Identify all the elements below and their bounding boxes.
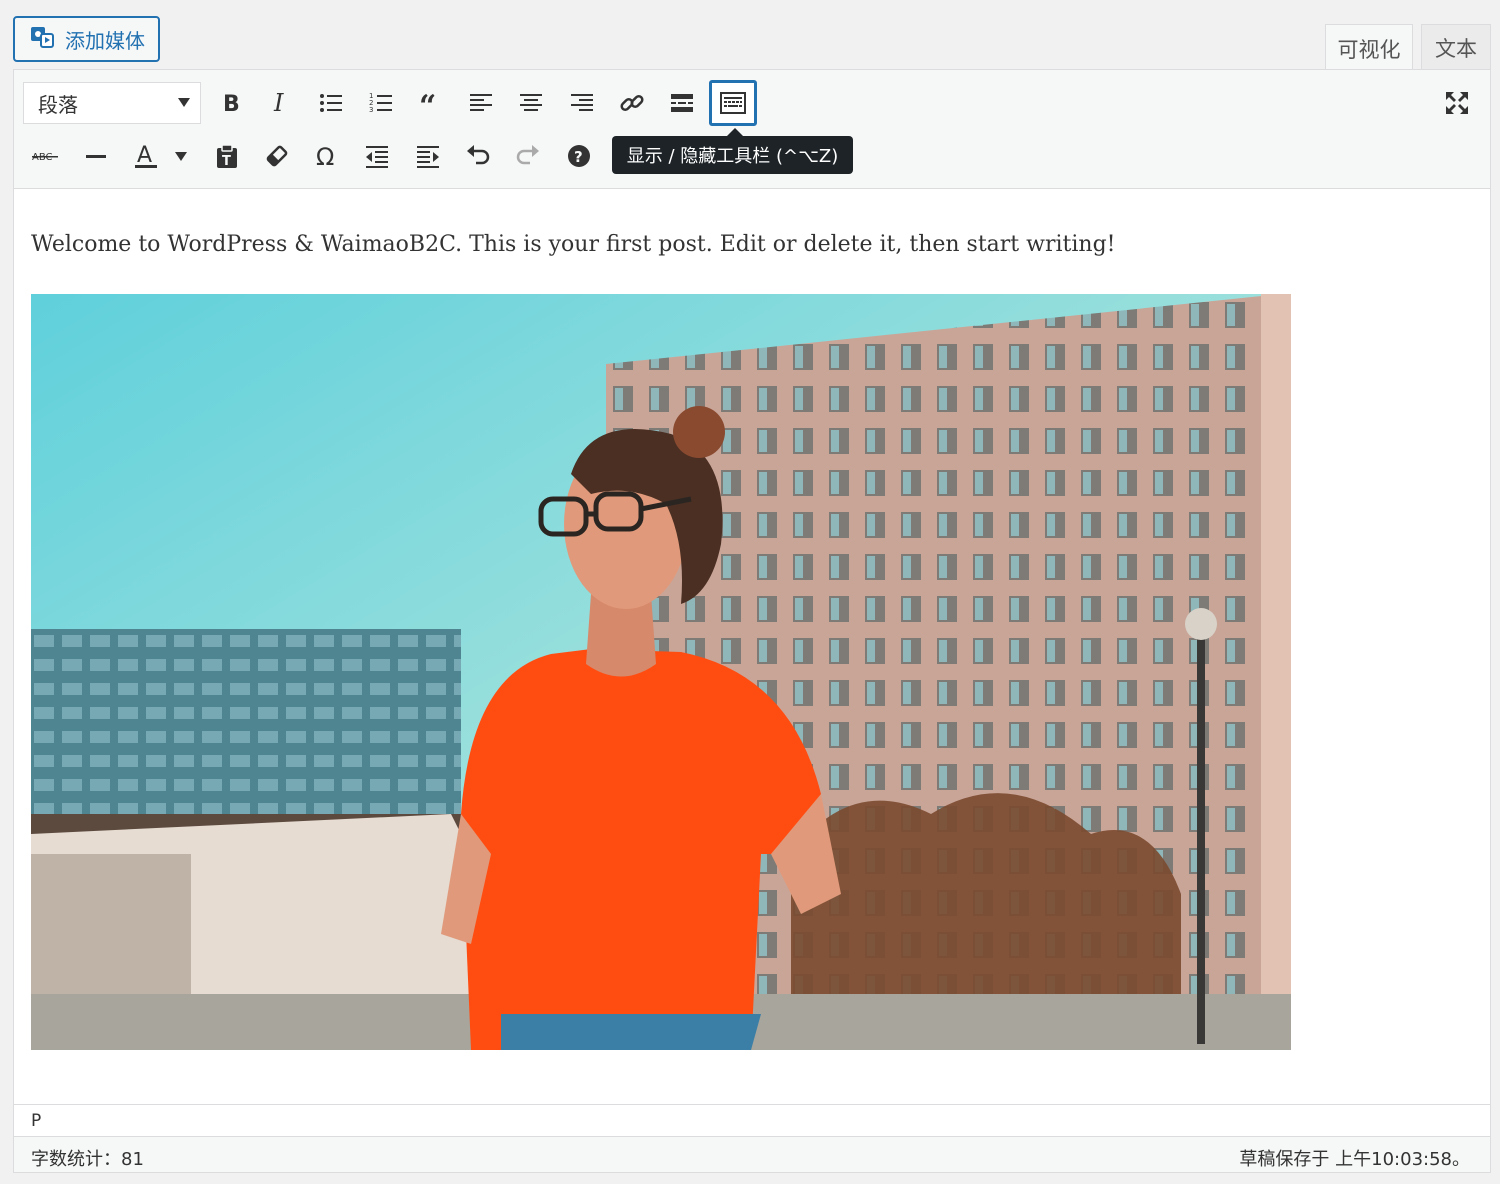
toolbar-toggle-button[interactable] [709,80,757,126]
clear-formatting-button[interactable] [257,136,297,176]
numbered-list-button[interactable]: 123 [361,83,401,123]
help-icon: ? [568,145,590,167]
numbered-list-icon: 123 [369,92,392,114]
special-character-button[interactable]: Ω [307,136,347,176]
align-right-icon [571,94,593,111]
post-paragraph[interactable]: Welcome to WordPress & WaimaoB2C. This i… [31,232,1116,257]
italic-button[interactable]: I [260,83,300,123]
text-color-icon: A [135,143,157,168]
status-bar: 字数统计：81 草稿保存于 上午10:03:58。 [14,1136,1490,1172]
align-left-icon [470,94,492,111]
chevron-down-icon [178,98,190,107]
outdent-icon [366,146,388,168]
strikethrough-icon: ABC [32,152,58,163]
read-more-button[interactable] [662,83,702,123]
align-center-icon [520,94,542,111]
bold-button[interactable]: B [210,83,250,123]
bullet-list-button[interactable] [311,83,351,123]
media-icon [29,24,55,55]
text-color-button[interactable]: A [126,136,166,176]
keyboard-icon [720,92,746,114]
link-icon [620,94,644,112]
svg-text:T: T [222,154,231,169]
align-right-button[interactable] [562,83,602,123]
paste-as-text-button[interactable]: T [207,136,247,176]
align-left-button[interactable] [461,83,501,123]
align-center-button[interactable] [511,83,551,123]
quote-icon: “ [419,90,436,116]
format-select-value: 段落 [38,92,78,117]
svg-text:Ω: Ω [316,143,334,169]
svg-text:A: A [137,143,152,168]
omega-icon: Ω [316,143,334,169]
add-media-label: 添加媒体 [65,28,145,53]
format-select[interactable]: 段落 [23,82,201,124]
bold-icon: B [223,92,240,116]
svg-text:“: “ [419,90,436,116]
draft-saved-status: 草稿保存于 上午10:03:58。 [1239,1149,1470,1170]
svg-text:3: 3 [369,106,373,114]
post-image[interactable] [31,294,1291,1050]
editor: 段落 B I 123 “ A T Ω ? 显示 / 隐藏工具栏 (^⌥Z) We… [13,69,1491,1173]
svg-text:I: I [273,90,284,116]
tab-text[interactable]: 文本 [1421,24,1491,70]
word-count: 字数统计：81 [31,1149,144,1170]
help-button[interactable]: ? [559,136,599,176]
undo-icon [467,145,490,165]
read-more-icon [671,94,693,112]
italic-icon: I [273,90,284,116]
svg-text:B: B [223,92,240,116]
add-media-button[interactable]: 添加媒体 [13,16,160,62]
redo-icon [516,145,539,165]
svg-text:?: ? [574,148,583,166]
fullscreen-button[interactable] [1437,83,1477,123]
editor-toolbar: 段落 B I 123 “ A T Ω ? 显示 / 隐藏工具栏 (^⌥Z) [14,70,1490,189]
indent-button[interactable] [408,136,448,176]
indent-icon [417,146,439,168]
toolbar-tooltip: 显示 / 隐藏工具栏 (^⌥Z) [612,128,853,174]
link-button[interactable] [612,83,652,123]
fullscreen-icon [1446,92,1468,114]
strikethrough-button[interactable]: ABC [25,136,65,176]
element-path[interactable]: P [14,1104,1490,1136]
horizontal-line-icon [86,155,106,158]
eraser-icon [266,145,288,167]
outdent-button[interactable] [357,136,397,176]
text-color-dropdown[interactable] [170,136,192,176]
horizontal-line-button[interactable] [76,136,116,176]
undo-button[interactable] [458,136,498,176]
chevron-down-icon [175,151,187,161]
blockquote-button[interactable]: “ [411,83,451,123]
tab-visual[interactable]: 可视化 [1325,24,1413,72]
clipboard-icon: T [217,144,237,169]
redo-button[interactable] [508,136,548,176]
bullet-list-icon [320,94,342,112]
